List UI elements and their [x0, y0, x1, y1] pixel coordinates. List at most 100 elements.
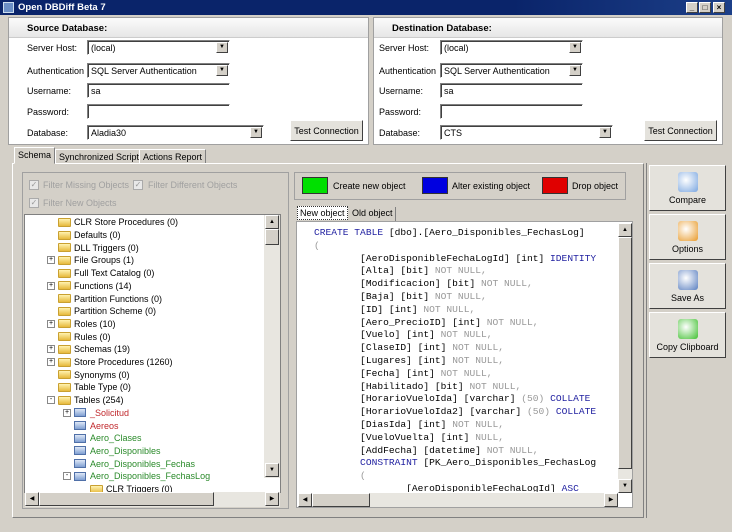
tree-horizontal-scrollbar[interactable]: ◀ ▶ — [25, 492, 280, 507]
expand-icon[interactable]: + — [47, 319, 55, 328]
scroll-down-icon[interactable]: ▼ — [618, 479, 632, 493]
tree-node[interactable]: DLL Triggers (0) — [47, 241, 139, 254]
code-token: NOT NULL, — [440, 367, 493, 379]
create-color-swatch — [302, 177, 328, 194]
scroll-right-icon[interactable]: ▶ — [604, 493, 618, 507]
tree-node-label: Full Text Catalog (0) — [74, 268, 155, 279]
tab-schema[interactable]: Schema — [14, 147, 56, 164]
destination-username-input[interactable]: sa — [440, 83, 583, 98]
chevron-down-icon[interactable]: ▼ — [599, 127, 611, 138]
source-authentication-select[interactable]: SQL Server Authentication ▼ — [87, 63, 230, 78]
expand-icon[interactable]: + — [47, 256, 55, 265]
minimize-button[interactable]: _ — [686, 2, 698, 13]
tree-node-label: Functions (14) — [74, 280, 132, 291]
tree-node[interactable]: Aero_Disponibles_Fechas — [63, 457, 195, 470]
scroll-thumb[interactable] — [39, 492, 214, 506]
password-label: Password: — [27, 107, 70, 117]
scroll-left-icon[interactable]: ◀ — [298, 493, 312, 507]
sql-code-view[interactable]: CREATE TABLE [dbo].[Aero_Disponibles_Fec… — [298, 222, 618, 492]
tree-node[interactable]: Partition Scheme (0) — [47, 305, 156, 318]
code-token: [HorarioVueloIda2] [varchar] — [314, 406, 528, 418]
tree-node[interactable]: + Store Procedures (1260) — [47, 356, 173, 369]
scroll-right-icon[interactable]: ▶ — [265, 492, 279, 506]
chevron-down-icon[interactable]: ▼ — [216, 65, 228, 76]
tree-node[interactable]: + File Groups (1) — [47, 254, 134, 267]
scroll-left-icon[interactable]: ◀ — [25, 492, 39, 506]
expand-icon[interactable]: + — [47, 345, 55, 354]
destination-test-connection-button[interactable]: Test Connection — [644, 120, 717, 141]
code-token: NULL, — [475, 431, 504, 443]
value: SQL Server Authentication — [91, 66, 197, 76]
source-test-connection-button[interactable]: Test Connection — [290, 120, 363, 141]
tree-node[interactable]: - Aero_Disponibles_FechasLog — [63, 470, 210, 483]
tree-node[interactable]: + Functions (14) — [47, 280, 132, 293]
close-button[interactable]: × — [713, 2, 725, 13]
tree-node[interactable]: + Roles (10) — [47, 318, 116, 331]
tree-node[interactable]: + _Solicitud — [63, 407, 129, 420]
tree-node[interactable]: Rules (0) — [47, 330, 111, 343]
tab-old-object[interactable]: Old object — [350, 207, 396, 221]
tree-vertical-scrollbar[interactable]: ▲ ▼ — [264, 215, 280, 478]
destination-server-host-select[interactable]: (local) ▼ — [440, 40, 583, 55]
expand-icon[interactable]: + — [47, 358, 55, 367]
legend-alter-label: Alter existing object — [452, 181, 531, 191]
save-as-button[interactable]: Save As — [649, 263, 726, 309]
code-vertical-scrollbar[interactable]: ▲ ▼ — [618, 223, 632, 493]
source-database-select[interactable]: Aladia30 ▼ — [87, 125, 264, 140]
code-token: [dbo].[Aero_Disponibles_FechasLog] — [388, 227, 585, 238]
collapse-icon[interactable]: - — [47, 396, 55, 405]
folder-icon — [58, 357, 71, 367]
compare-button[interactable]: Compare — [649, 165, 726, 211]
filter-different-checkbox[interactable]: ✓ — [133, 180, 143, 190]
chevron-down-icon[interactable]: ▼ — [569, 65, 581, 76]
destination-password-input[interactable] — [440, 104, 583, 119]
chevron-down-icon[interactable]: ▼ — [250, 127, 262, 138]
legend-create-label: Create new object — [333, 181, 406, 191]
options-button[interactable]: Options — [649, 214, 726, 260]
code-token: [Habilitado] [bit] — [314, 380, 470, 392]
collapse-icon[interactable]: - — [63, 472, 71, 481]
chevron-down-icon[interactable]: ▼ — [216, 42, 228, 53]
tree-node[interactable]: Table Type (0) — [47, 381, 131, 394]
source-password-input[interactable] — [87, 104, 230, 119]
source-server-host-select[interactable]: (local) ▼ — [87, 40, 230, 55]
scroll-thumb[interactable] — [265, 229, 279, 245]
tree-node[interactable]: Aero_Clases — [63, 432, 142, 445]
scroll-down-icon[interactable]: ▼ — [265, 463, 279, 477]
tree-node[interactable]: Defaults (0) — [47, 229, 121, 242]
scroll-up-icon[interactable]: ▲ — [618, 223, 632, 237]
tree-node[interactable]: Aereos — [63, 419, 119, 432]
filter-missing-checkbox[interactable]: ✓ — [29, 180, 39, 190]
tree-node[interactable]: - Tables (254) — [47, 394, 124, 407]
tab-actions-report[interactable]: Actions Report — [139, 149, 207, 164]
source-username-input[interactable]: sa — [87, 83, 230, 98]
tree-node[interactable]: Aero_Disponibles — [63, 445, 161, 458]
tree-node[interactable]: + Schemas (19) — [47, 343, 130, 356]
copy-clipboard-button[interactable]: Copy Clipboard — [649, 312, 726, 358]
code-token: [PK_Aero_Disponibles_FechasLog — [423, 457, 597, 469]
scroll-thumb[interactable] — [618, 237, 632, 469]
destination-database-select[interactable]: CTS ▼ — [440, 125, 613, 140]
code-token: COLLATE — [550, 393, 591, 405]
destination-authentication-select[interactable]: SQL Server Authentication ▼ — [440, 63, 583, 78]
tab-new-object[interactable]: New object — [297, 206, 348, 220]
value: (local) — [91, 43, 116, 53]
value: CTS — [444, 128, 462, 138]
source-header: Source Database: — [9, 18, 368, 38]
maximize-button[interactable]: □ — [699, 2, 711, 13]
tree-node[interactable]: Partition Functions (0) — [47, 292, 162, 305]
save-icon — [677, 269, 698, 290]
code-horizontal-scrollbar[interactable]: ◀ ▶ — [298, 493, 618, 507]
expand-icon[interactable]: + — [47, 281, 55, 290]
scroll-up-icon[interactable]: ▲ — [265, 215, 279, 229]
tree-node[interactable]: Full Text Catalog (0) — [47, 267, 154, 280]
code-token: ( — [314, 239, 320, 251]
code-line: [HorarioVueloIda2] [varchar] (50) COLLAT… — [314, 405, 596, 418]
filter-new-checkbox[interactable]: ✓ — [29, 198, 39, 208]
tab-synchronized-script[interactable]: Synchronized Script — [55, 149, 144, 164]
chevron-down-icon[interactable]: ▼ — [569, 42, 581, 53]
expand-icon[interactable]: + — [63, 408, 71, 417]
tree-node[interactable]: Synonyms (0) — [47, 368, 130, 381]
tree-node[interactable]: CLR Store Procedures (0) — [47, 216, 178, 229]
scroll-thumb[interactable] — [312, 493, 370, 507]
